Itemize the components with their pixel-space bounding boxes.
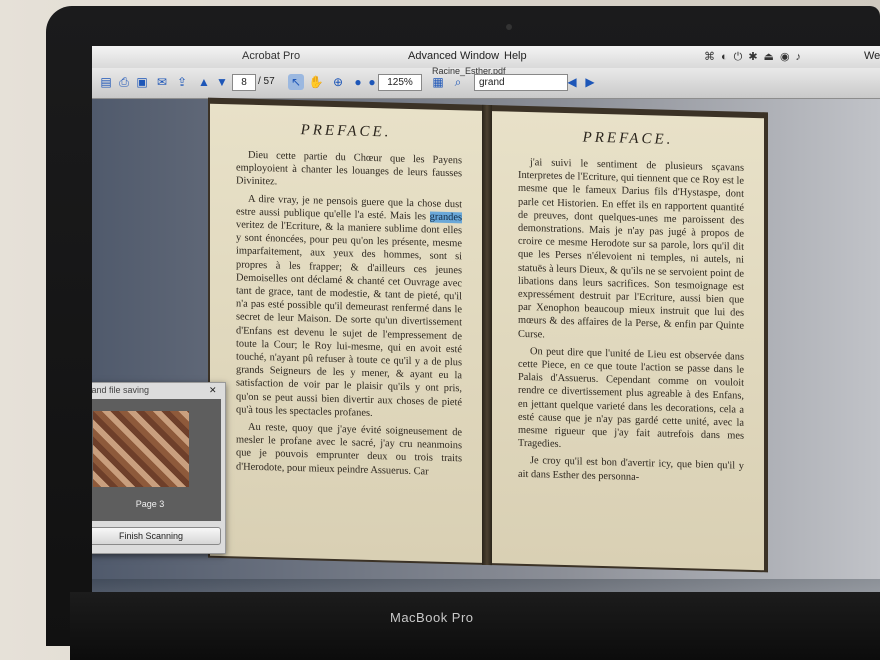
app-title: Acrobat Pro — [242, 50, 301, 62]
left-paragraph: Au reste, quoy que j'aye évité soigneuse… — [236, 421, 462, 478]
page-total: / 57 — [258, 76, 275, 87]
left-page: PREFACE. Dieu cette partie du Chœur que … — [210, 103, 482, 563]
previous-page-icon[interactable]: ▲ — [196, 74, 212, 90]
page-number-input[interactable]: 8 — [232, 74, 256, 91]
find-input[interactable]: grand — [474, 74, 568, 91]
left-page-text: Dieu cette partie du Chœur que les Payen… — [236, 148, 462, 550]
scan-panel-title: ng and file saving — [92, 385, 150, 395]
finish-scanning-button[interactable]: Finish Scanning — [92, 527, 221, 545]
fit-page-icon[interactable]: ▦ — [430, 74, 446, 90]
hand-tool-icon[interactable]: ✋ — [308, 74, 324, 90]
zoom-level-field[interactable]: 125% — [378, 74, 422, 91]
print-icon[interactable]: ⎙ — [116, 74, 132, 90]
scan-thumbnail — [93, 411, 189, 487]
bezel-label: MacBook Pro — [390, 610, 474, 625]
open-icon[interactable]: ▤ — [98, 74, 114, 90]
find-previous-icon[interactable]: ◀ — [564, 74, 580, 90]
left-paragraph: Dieu cette partie du Chœur que les Payen… — [236, 149, 462, 188]
webcam — [506, 24, 512, 30]
right-page: PREFACE. j'ai suivi le sentiment de plus… — [492, 111, 764, 571]
right-page-text: j'ai suivi le sentiment de plusieurs sça… — [518, 156, 744, 558]
scan-thumbnail-caption: Page 3 — [135, 499, 165, 509]
right-paragraph: On peut dire que l'unité de Lieu est obs… — [518, 345, 744, 451]
scanned-book-spread: PREFACE. Dieu cette partie du Chœur que … — [208, 97, 768, 573]
save-icon[interactable]: ▣ — [134, 74, 150, 90]
menu-advanced[interactable]: Advanced — [408, 50, 457, 62]
scan-panel: ng and file saving ✕ Page 3 Finish Scann… — [92, 382, 226, 554]
menu-window[interactable]: Window — [460, 50, 499, 62]
laptop-screen: Acrobat Pro Advanced Window Help ⌘◐⏻✱⏏◉♪… — [92, 46, 880, 606]
email-icon[interactable]: ✉ — [154, 74, 170, 90]
next-page-icon[interactable]: ▼ — [214, 74, 230, 90]
status-icons[interactable]: ⌘◐⏻✱⏏◉♪ — [704, 50, 807, 64]
laptop-chin — [70, 592, 880, 660]
select-tool-icon[interactable]: ↖ — [288, 74, 304, 90]
find-icon[interactable]: ⌕ — [450, 74, 466, 90]
right-page-heading: PREFACE. — [582, 129, 674, 148]
right-paragraph: j'ai suivi le sentiment de plusieurs sça… — [518, 157, 744, 341]
document-viewer[interactable]: PREFACE. Dieu cette partie du Chœur que … — [92, 97, 880, 606]
left-page-heading: PREFACE. — [300, 122, 392, 141]
scan-preview: Page 3 — [92, 399, 221, 521]
user-name[interactable]: Wer — [864, 50, 880, 62]
close-icon[interactable]: ✕ — [209, 385, 217, 396]
export-icon[interactable]: ⇪ — [174, 74, 190, 90]
right-paragraph: Je croy qu'il est bon d'avertir icy, que… — [518, 455, 744, 483]
menu-help[interactable]: Help — [504, 50, 527, 62]
find-next-icon[interactable]: ▶ — [582, 74, 598, 90]
zoom-tool-icon[interactable]: ⊕ — [330, 74, 346, 90]
toolbar: Racine_Esther.pdf ▤ ⎙ ▣ ✉ ⇪ ▲ ▼ 8 / 57 ↖… — [92, 66, 880, 99]
search-highlight: grandes — [429, 211, 462, 224]
left-paragraph-highlighted: A dire vray, je ne pensois guere que la … — [236, 193, 462, 419]
book-gutter — [482, 104, 492, 566]
